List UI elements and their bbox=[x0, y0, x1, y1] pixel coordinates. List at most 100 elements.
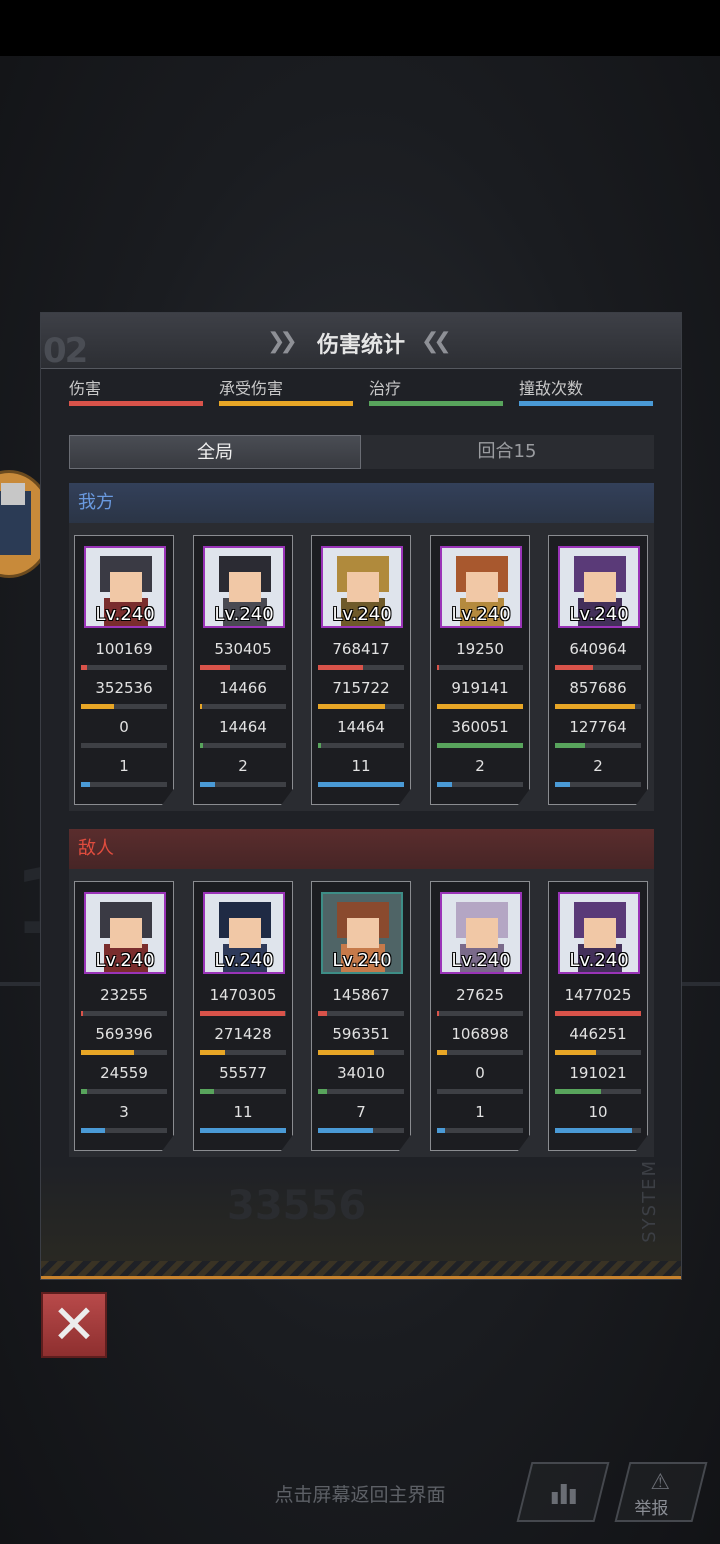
taken-value: 14466 bbox=[219, 679, 267, 697]
avatar-face bbox=[110, 572, 142, 602]
hits-value: 2 bbox=[238, 757, 248, 775]
legend-color-bar bbox=[219, 401, 353, 406]
stat-bar-fill bbox=[437, 665, 439, 670]
stat-bar-track bbox=[81, 1089, 167, 1094]
stat-bar-fill bbox=[81, 1050, 134, 1055]
unit-avatar: Lv.240 bbox=[440, 546, 522, 628]
stat-bar-fill bbox=[318, 704, 385, 709]
unit-card[interactable]: Lv.240 1470305 271428 55577 11 bbox=[193, 881, 293, 1151]
section-foes: 敌人 bbox=[69, 829, 654, 869]
hits-value: 7 bbox=[356, 1103, 366, 1121]
heal-value: 34010 bbox=[337, 1064, 385, 1082]
stat-bar-track bbox=[200, 1128, 286, 1133]
taken-value: 446251 bbox=[569, 1025, 627, 1043]
stat-bar-fill bbox=[318, 1089, 327, 1094]
legend-label: 伤害 bbox=[69, 379, 102, 398]
stat-bar-track bbox=[555, 1011, 641, 1016]
hazard-stripes bbox=[41, 1261, 681, 1279]
stat-bar-fill bbox=[437, 1011, 439, 1016]
stat-bar-fill bbox=[318, 782, 404, 787]
unit-card[interactable]: Lv.240 19250 919141 360051 2 bbox=[430, 535, 530, 805]
stat-bar-track bbox=[318, 704, 404, 709]
stat-bar-track bbox=[81, 1050, 167, 1055]
stat-bar-track bbox=[200, 1050, 286, 1055]
unit-card[interactable]: Lv.240 530405 14466 14464 2 bbox=[193, 535, 293, 805]
unit-level: Lv.240 bbox=[95, 604, 155, 625]
section-ours: 我方 bbox=[69, 483, 654, 523]
taken-value: 106898 bbox=[451, 1025, 509, 1043]
unit-level: Lv.240 bbox=[569, 950, 629, 971]
unit-card[interactable]: Lv.240 145867 596351 34010 7 bbox=[311, 881, 411, 1151]
footer-number: 33556 bbox=[227, 1183, 367, 1229]
stat-bar-fill bbox=[437, 704, 523, 709]
stat-bar-track bbox=[555, 665, 641, 670]
stat-bar-fill bbox=[555, 1011, 641, 1016]
unit-avatar: Lv.240 bbox=[558, 546, 640, 628]
hits-value: 2 bbox=[475, 757, 485, 775]
stat-bar-track bbox=[81, 704, 167, 709]
unit-card[interactable]: Lv.240 768417 715722 14464 11 bbox=[311, 535, 411, 805]
heal-value: 0 bbox=[475, 1064, 485, 1082]
taken-value: 569396 bbox=[95, 1025, 153, 1043]
stat-bar-fill bbox=[200, 782, 215, 787]
stat-bar-fill bbox=[318, 1128, 373, 1133]
avatar-face bbox=[229, 572, 261, 602]
return-hint[interactable]: 点击屏幕返回主界面 bbox=[0, 1480, 720, 1507]
legend-color-bar bbox=[69, 401, 203, 406]
damage-value: 1477025 bbox=[564, 986, 632, 1004]
heal-value: 127764 bbox=[569, 718, 627, 736]
stat-bar-track bbox=[318, 782, 404, 787]
taken-value: 352536 bbox=[95, 679, 153, 697]
damage-value: 19250 bbox=[456, 640, 504, 658]
unit-level: Lv.240 bbox=[332, 604, 392, 625]
stat-bar-fill bbox=[555, 1128, 632, 1133]
hits-value: 1 bbox=[119, 757, 129, 775]
legend-item: 撞敌次数 bbox=[519, 375, 653, 415]
stat-bar-track bbox=[437, 743, 523, 748]
stat-bar-fill bbox=[200, 1128, 286, 1133]
hits-value: 3 bbox=[119, 1103, 129, 1121]
unit-level: Lv.240 bbox=[214, 950, 274, 971]
avatar-face bbox=[466, 572, 498, 602]
stat-bar-track bbox=[318, 1089, 404, 1094]
stat-bar-fill bbox=[81, 1128, 105, 1133]
unit-level: Lv.240 bbox=[95, 950, 155, 971]
panel-header: 02 ❯❯ 伤害统计 ❮❮ bbox=[41, 313, 681, 371]
ours-grid: Lv.240 100169 352536 0 1 Lv.240 530405 14466 144… bbox=[69, 523, 654, 811]
stat-bar-track bbox=[200, 1011, 286, 1016]
stat-bar-track bbox=[81, 1128, 167, 1133]
stat-bar-track bbox=[81, 1011, 167, 1016]
chart-button[interactable] bbox=[516, 1462, 610, 1522]
unit-card[interactable]: Lv.240 1477025 446251 191021 10 bbox=[548, 881, 648, 1151]
tab-round[interactable]: 回合15 bbox=[361, 435, 653, 469]
stat-bar-fill bbox=[318, 743, 321, 748]
tab-overall[interactable]: 全局 bbox=[69, 435, 361, 469]
close-x-icon: ✕ bbox=[51, 1293, 97, 1356]
legend-label: 承受伤害 bbox=[219, 379, 284, 398]
stat-bar-fill bbox=[318, 1011, 327, 1016]
stat-bar-fill bbox=[81, 782, 90, 787]
stat-bar-fill bbox=[555, 1089, 601, 1094]
stat-bar-track bbox=[555, 1128, 641, 1133]
damage-value: 530405 bbox=[214, 640, 272, 658]
unit-card[interactable]: Lv.240 100169 352536 0 1 bbox=[74, 535, 174, 805]
legend-item: 治疗 bbox=[369, 375, 503, 415]
taken-value: 715722 bbox=[332, 679, 390, 697]
unit-avatar: Lv.240 bbox=[84, 892, 166, 974]
close-button[interactable]: ✕ bbox=[41, 1292, 107, 1358]
damage-value: 640964 bbox=[569, 640, 627, 658]
unit-card[interactable]: Lv.240 640964 857686 127764 2 bbox=[548, 535, 648, 805]
stat-bar-track bbox=[437, 1011, 523, 1016]
unit-level: Lv.240 bbox=[569, 604, 629, 625]
unit-card[interactable]: Lv.240 23255 569396 24559 3 bbox=[74, 881, 174, 1151]
stat-bar-fill bbox=[437, 782, 452, 787]
stat-bar-fill bbox=[555, 1050, 596, 1055]
stat-bar-track bbox=[555, 1050, 641, 1055]
report-button[interactable]: ⚠ 举报 bbox=[614, 1462, 708, 1522]
damage-stats-panel: 02 ❯❯ 伤害统计 ❮❮ 伤害 承受伤害 治疗 撞敌次数 全局 回合15 我方 Lv… bbox=[40, 312, 682, 1280]
heal-value: 360051 bbox=[451, 718, 509, 736]
taken-value: 596351 bbox=[332, 1025, 390, 1043]
unit-card[interactable]: Lv.240 27625 106898 0 1 bbox=[430, 881, 530, 1151]
stat-bar-track bbox=[555, 782, 641, 787]
heal-value: 14464 bbox=[337, 718, 385, 736]
